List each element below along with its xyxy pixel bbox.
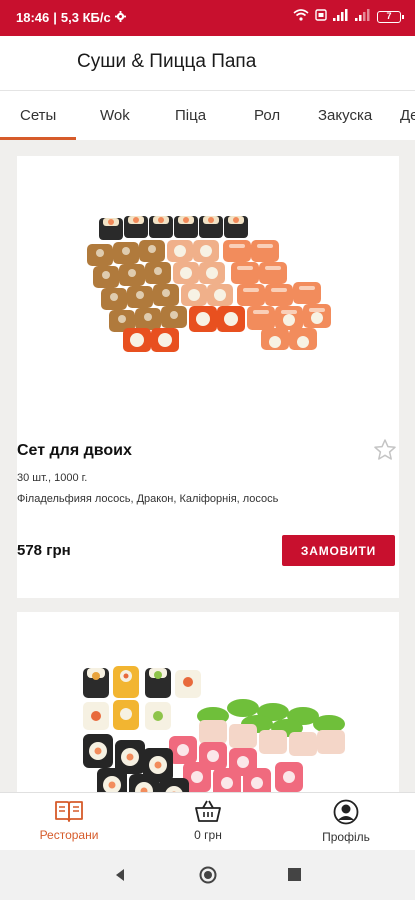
favorite-star-icon[interactable]	[373, 438, 397, 467]
status-separator: |	[53, 10, 57, 25]
app-header: Суши & Пицца Папа	[0, 36, 415, 90]
product-card[interactable]	[17, 612, 399, 812]
product-card[interactable]: Сет для двоих 30 шт., 1000 г. Філадельфи…	[17, 156, 399, 598]
tab-sets[interactable]: Сеты	[20, 107, 56, 124]
product-description: Філадельфияя лосось, Дракон, Каліфорнія,…	[17, 493, 279, 505]
nav-profile-label: Профіль	[322, 830, 370, 844]
sushi-set-image	[17, 612, 399, 812]
status-time: 18:46	[16, 10, 50, 25]
active-tab-indicator	[0, 137, 76, 140]
wifi-icon	[293, 9, 309, 24]
battery-icon: 7	[377, 10, 404, 23]
status-right: 7	[293, 9, 404, 24]
home-icon[interactable]	[199, 866, 217, 889]
product-weight: 30 шт., 1000 г.	[17, 472, 88, 484]
settings-gear-icon	[114, 10, 126, 25]
nav-restaurants[interactable]: Ресторани	[9, 799, 129, 842]
order-button[interactable]: ЗАМОВИТИ	[282, 535, 395, 566]
tab-pizza[interactable]: Піца	[175, 107, 206, 124]
recents-icon[interactable]	[288, 868, 301, 886]
bottom-navigation: Ресторани 0 грн Профіль	[0, 792, 415, 850]
page-title: Суши & Пицца Папа	[77, 51, 257, 72]
category-tabs: Сеты Wok Піца Рол Закуска Де	[0, 90, 415, 140]
sim-icon	[315, 9, 327, 24]
nav-restaurants-label: Ресторани	[39, 828, 99, 842]
product-price: 578 грн	[17, 542, 71, 559]
signal-icon-2	[355, 9, 371, 24]
system-navigation-bar	[0, 850, 415, 900]
user-avatar-icon	[286, 799, 406, 828]
tab-rolls[interactable]: Рол	[254, 107, 280, 124]
book-icon	[9, 799, 129, 826]
nav-cart-total: 0 грн	[194, 828, 222, 842]
tab-more[interactable]: Де	[400, 107, 415, 124]
product-title: Сет для двоих	[17, 442, 132, 459]
nav-cart[interactable]: 0 грн	[148, 799, 268, 842]
signal-icon-1	[333, 9, 349, 24]
basket-icon	[148, 799, 268, 826]
back-icon[interactable]	[113, 868, 127, 887]
tab-snacks[interactable]: Закуска	[318, 107, 372, 124]
status-bar: 18:46 | 5,3 КБ/с 7	[0, 0, 415, 36]
tab-wok[interactable]: Wok	[100, 107, 130, 124]
nav-profile[interactable]: Профіль	[286, 799, 406, 844]
status-speed: 5,3 КБ/с	[60, 10, 111, 25]
status-left: 18:46 | 5,3 КБ/с	[16, 10, 126, 25]
